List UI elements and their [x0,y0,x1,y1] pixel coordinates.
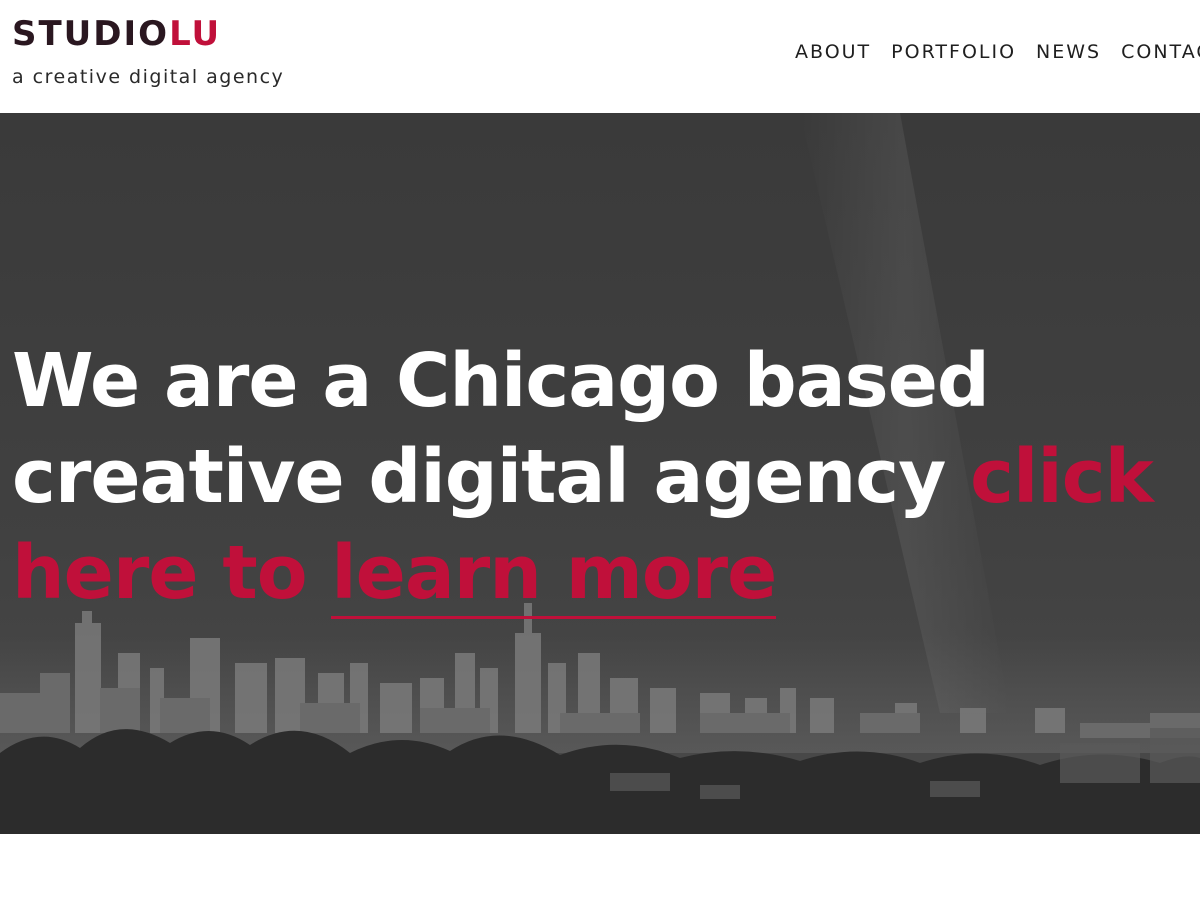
main-nav: ABOUT PORTFOLIO NEWS CONTACT [795,38,1200,66]
site-header: STUDIOLU a creative digital agency ABOUT… [0,0,1200,113]
nav-portfolio[interactable]: PORTFOLIO [891,38,1016,66]
hero-headline: We are a Chicago based creative digital … [12,333,1192,621]
hero-click-text: click [970,434,1154,520]
nav-contact[interactable]: CONTACT [1121,38,1200,66]
page: STUDIOLU a creative digital agency ABOUT… [0,0,1200,900]
logo: STUDIOLU [12,14,221,54]
hero-line-2-text: creative digital agency [12,434,971,520]
nav-about[interactable]: ABOUT [795,38,871,66]
logo-link[interactable]: STUDIOLU [12,14,221,54]
logo-studio: STUDIO [12,14,170,54]
hero-line-2: creative digital agency click [12,429,1192,525]
hero-line-3: here to learn more [12,525,1192,621]
hero-here-to-text: here to [12,530,332,616]
tagline: a creative digital agency [12,66,285,88]
nav-news[interactable]: NEWS [1036,38,1101,66]
learn-more-link[interactable]: learn more [331,530,777,619]
below-hero-area [0,834,1200,900]
hero-section: We are a Chicago based creative digital … [0,113,1200,834]
logo-lu: LU [169,14,222,54]
hero-line-1: We are a Chicago based [12,338,990,424]
